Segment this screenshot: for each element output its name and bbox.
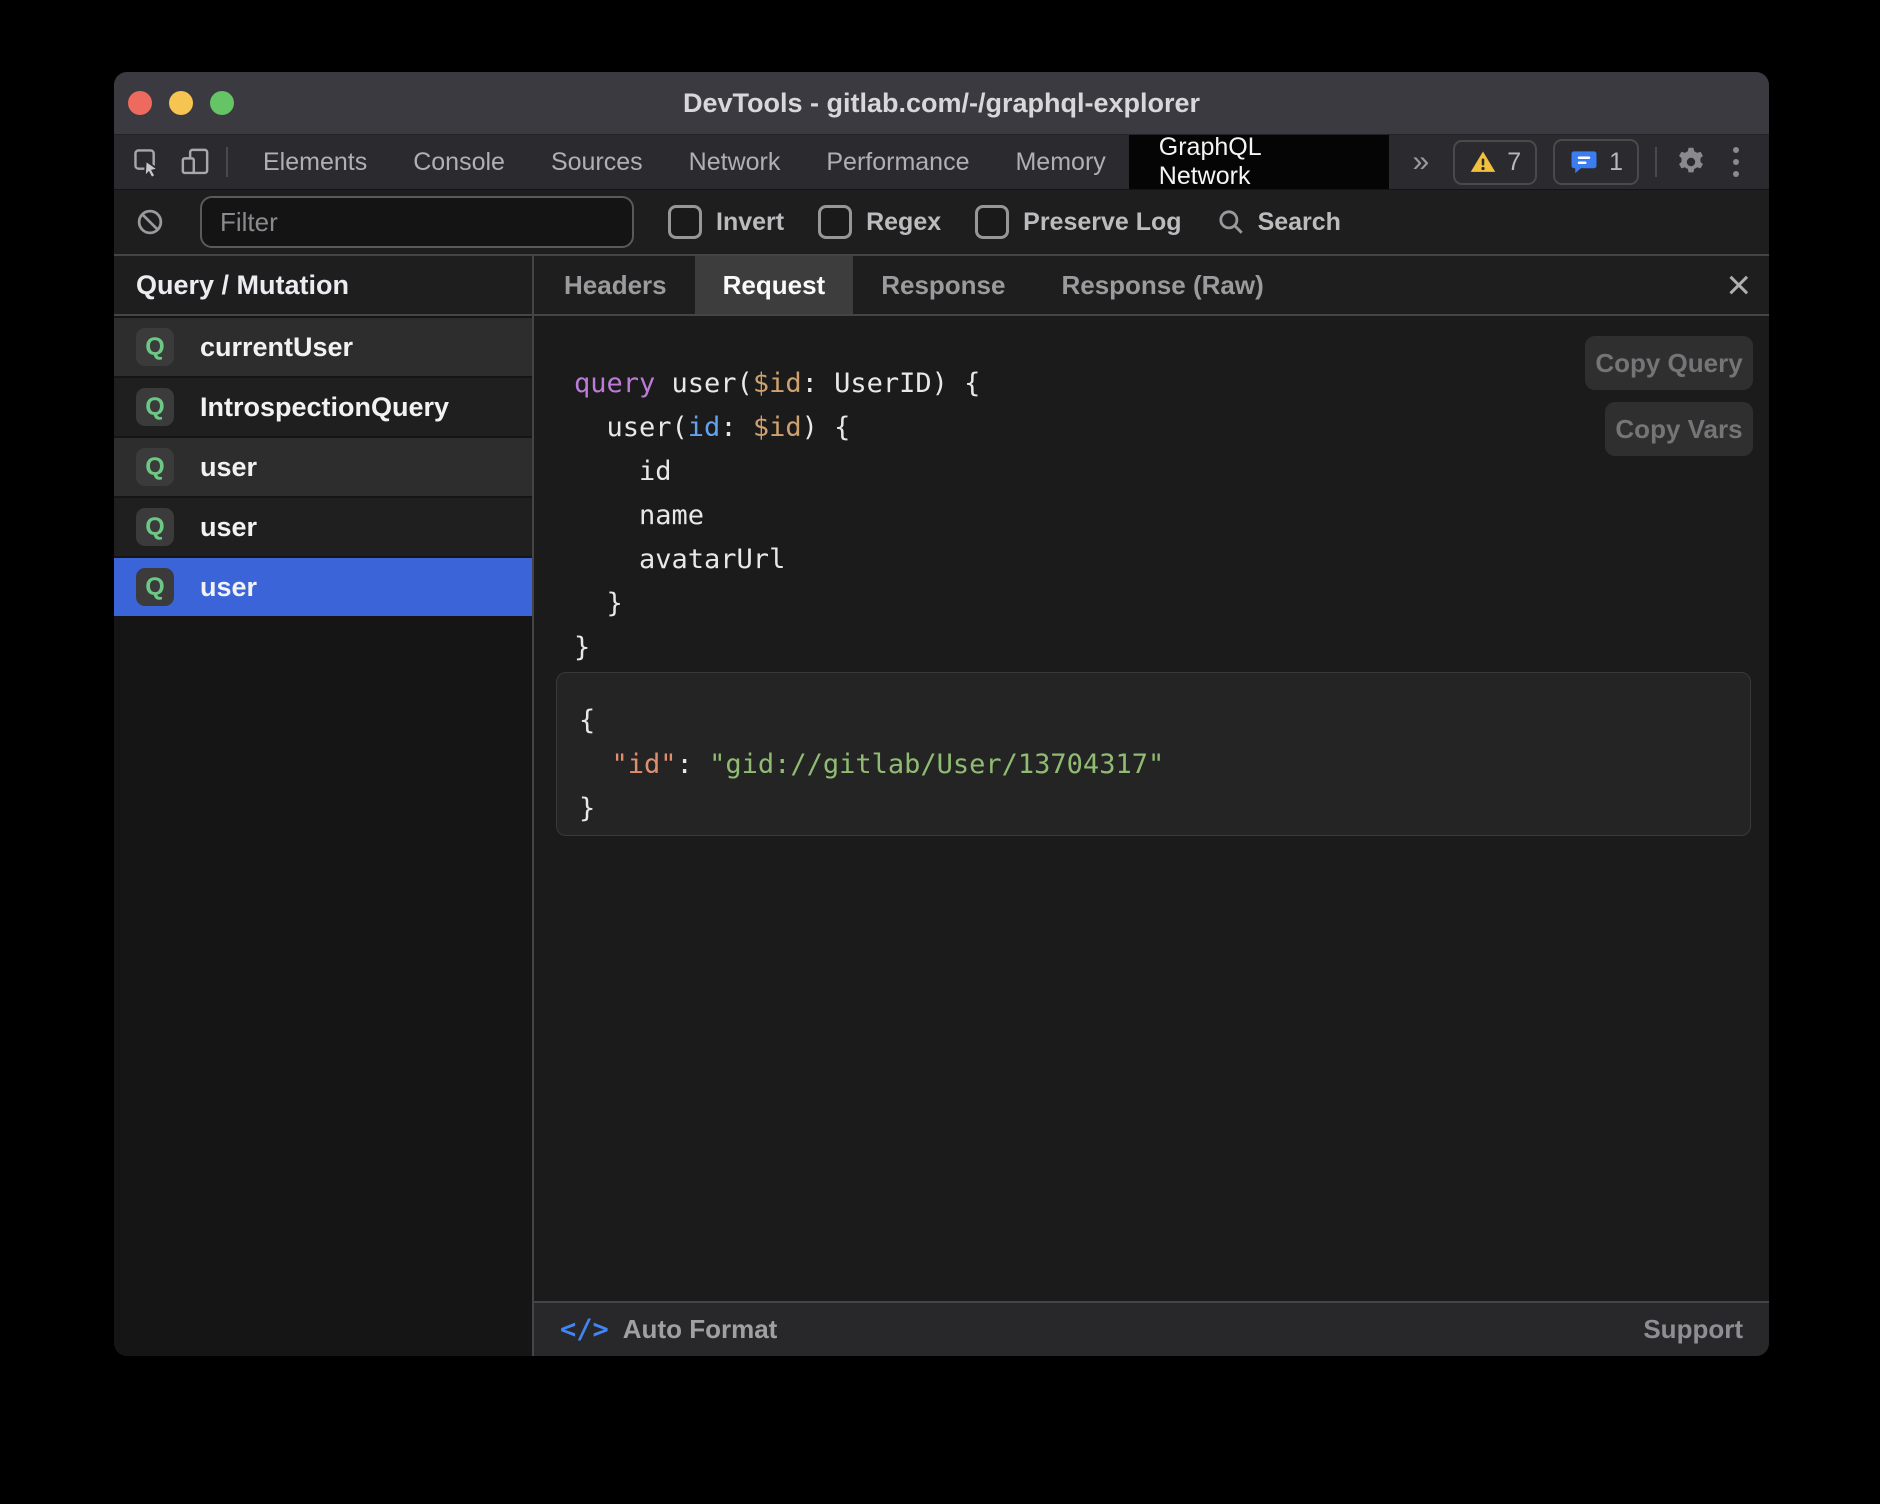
tab-response[interactable]: Response <box>853 256 1033 314</box>
list-item-user-3-selected[interactable]: Q user <box>114 558 532 616</box>
query-variables-box: { "id": "gid://gitlab/User/13704317" } <box>556 672 1751 836</box>
settings-gear-icon[interactable] <box>1673 144 1709 180</box>
auto-format-button[interactable]: </> Auto Format <box>560 1314 777 1345</box>
invert-label: Invert <box>716 208 784 237</box>
graphql-query-code: query user($id: UserID) { user(id: $id) … <box>534 316 1769 670</box>
tab-console[interactable]: Console <box>390 135 528 189</box>
title-bar: DevTools - gitlab.com/-/graphql-explorer <box>114 72 1769 135</box>
list-item-introspection-query[interactable]: Q IntrospectionQuery <box>114 378 532 436</box>
search-icon <box>1216 207 1246 237</box>
regex-checkbox[interactable] <box>818 205 852 239</box>
devtools-window: DevTools - gitlab.com/-/graphql-explorer… <box>114 72 1769 1356</box>
auto-format-label: Auto Format <box>623 1314 778 1345</box>
warning-count: 7 <box>1507 148 1521 177</box>
query-type-icon: Q <box>136 388 174 426</box>
query-type-icon: Q <box>136 568 174 606</box>
tab-memory[interactable]: Memory <box>992 135 1128 189</box>
message-icon <box>1569 147 1599 177</box>
query-type-icon: Q <box>136 448 174 486</box>
tab-response-raw[interactable]: Response (Raw) <box>1033 256 1291 314</box>
query-type-icon: Q <box>136 508 174 546</box>
code-brackets-icon: </> <box>560 1314 609 1345</box>
issue-count: 1 <box>1609 148 1623 177</box>
copy-query-button[interactable]: Copy Query <box>1585 336 1753 390</box>
search-label: Search <box>1258 208 1341 237</box>
tab-sources[interactable]: Sources <box>528 135 666 189</box>
warning-icon <box>1469 148 1497 176</box>
tab-elements[interactable]: Elements <box>240 135 390 189</box>
more-options-menu-icon[interactable] <box>1725 147 1747 177</box>
device-toolbar-icon[interactable] <box>178 145 212 179</box>
invert-checkbox[interactable] <box>668 205 702 239</box>
toolbar-divider <box>1655 147 1657 177</box>
preserve-log-checkbox-group: Preserve Log <box>975 205 1181 239</box>
inspect-element-icon[interactable] <box>130 145 164 179</box>
invert-checkbox-group: Invert <box>668 205 784 239</box>
query-type-icon: Q <box>136 328 174 366</box>
window-title: DevTools - gitlab.com/-/graphql-explorer <box>114 88 1769 119</box>
detail-footer: </> Auto Format Support <box>534 1301 1769 1356</box>
tab-graphql-network[interactable]: GraphQL Network <box>1129 135 1389 189</box>
list-item-user-2[interactable]: Q user <box>114 498 532 556</box>
close-detail-icon[interactable]: × <box>1726 256 1751 314</box>
list-item-currentUser[interactable]: Q currentUser <box>114 318 532 376</box>
detail-panel: Headers Request Response Response (Raw) … <box>534 256 1769 1356</box>
toolbar-divider <box>226 147 228 177</box>
search-control[interactable]: Search <box>1216 207 1341 237</box>
issues-badge[interactable]: 1 <box>1553 139 1639 185</box>
clear-block-icon[interactable] <box>134 206 166 238</box>
request-content: query user($id: UserID) { user(id: $id) … <box>534 316 1769 1301</box>
list-item-user-1[interactable]: Q user <box>114 438 532 496</box>
support-link[interactable]: Support <box>1643 1314 1743 1345</box>
tab-network[interactable]: Network <box>666 135 804 189</box>
tab-performance[interactable]: Performance <box>803 135 992 189</box>
detail-tab-strip: Headers Request Response Response (Raw) … <box>534 256 1769 316</box>
copy-vars-button[interactable]: Copy Vars <box>1605 402 1753 456</box>
query-list: Q currentUser Q IntrospectionQuery Q use… <box>114 316 532 616</box>
filter-input[interactable] <box>200 196 634 248</box>
devtools-toolbar: Elements Console Sources Network Perform… <box>114 135 1769 190</box>
tab-headers[interactable]: Headers <box>536 256 695 314</box>
query-list-header: Query / Mutation <box>114 256 532 316</box>
more-tabs-chevron-icon[interactable]: » <box>1389 135 1454 189</box>
preserve-log-label: Preserve Log <box>1023 208 1181 237</box>
regex-label: Regex <box>866 208 941 237</box>
preserve-log-checkbox[interactable] <box>975 205 1009 239</box>
filter-bar: Invert Regex Preserve Log Search <box>114 190 1769 256</box>
regex-checkbox-group: Regex <box>818 205 941 239</box>
tab-request[interactable]: Request <box>695 256 854 314</box>
query-list-panel: Query / Mutation Q currentUser Q Introsp… <box>114 256 534 1356</box>
warnings-badge[interactable]: 7 <box>1453 140 1537 185</box>
